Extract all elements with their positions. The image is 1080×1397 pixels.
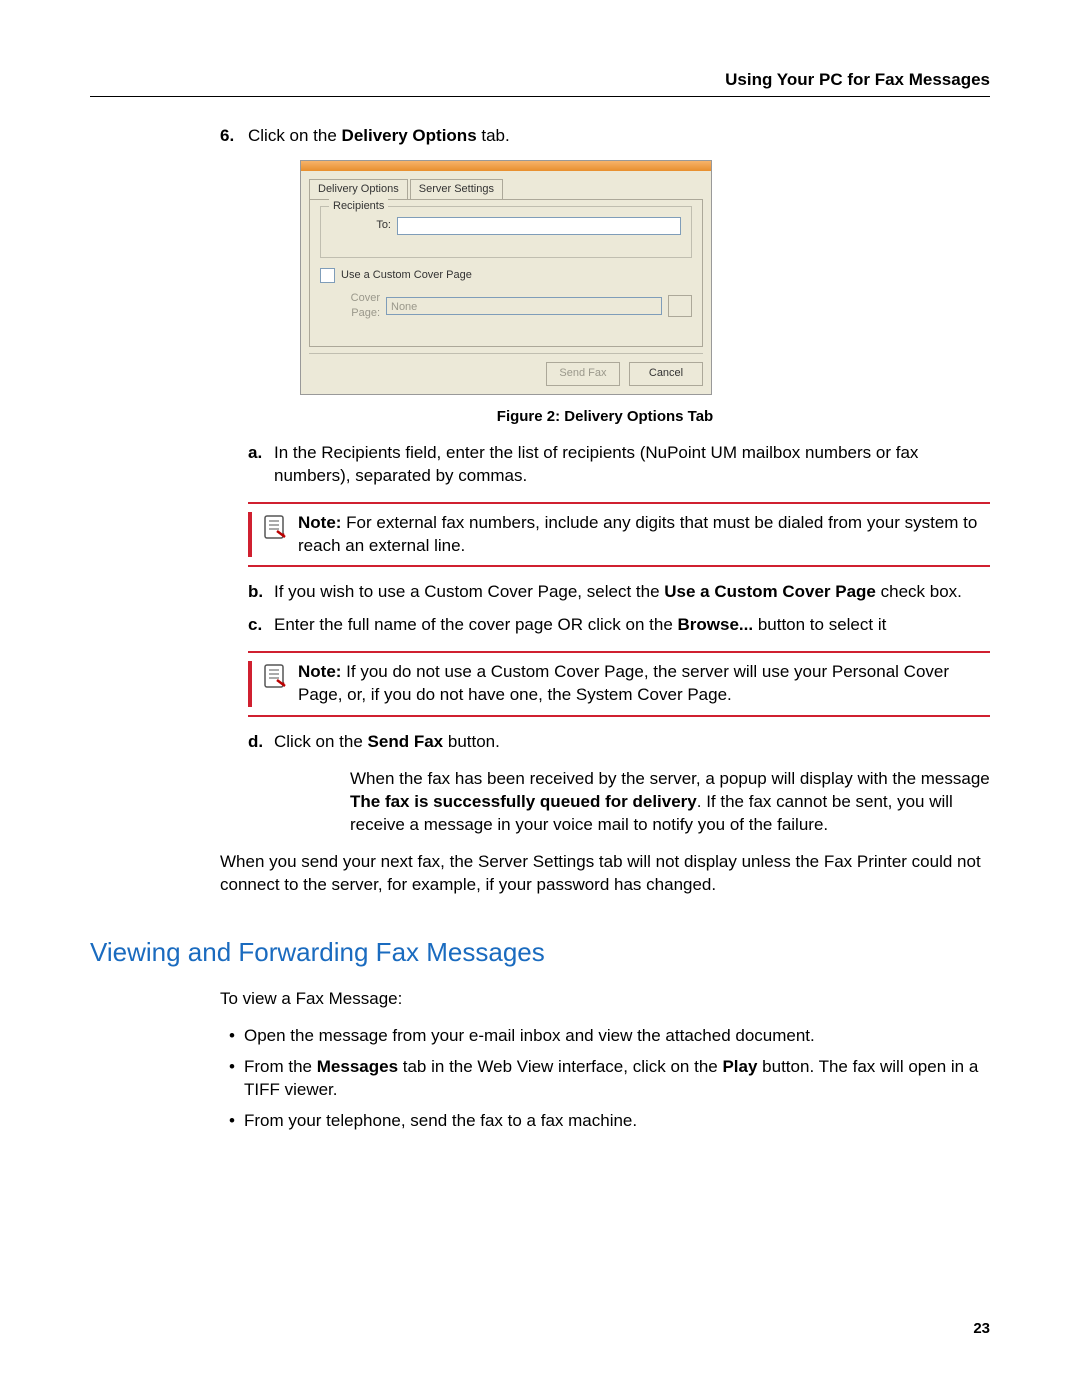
paragraph-success: When the fax has been received by the se… [220,768,990,837]
page-header: Using Your PC for Fax Messages [90,70,990,97]
header-title: Using Your PC for Fax Messages [725,70,990,89]
substep-d: d. Click on the Send Fax button. [248,731,990,754]
section-heading: Viewing and Forwarding Fax Messages [90,935,990,970]
figure-caption: Figure 2: Delivery Options Tab [220,407,990,427]
browse-button[interactable] [668,295,692,317]
note-external-numbers: Note: For external fax numbers, include … [248,502,990,568]
bullet-1: • Open the message from your e-mail inbo… [220,1025,990,1048]
substep-c: c. Enter the full name of the cover page… [248,614,990,637]
cover-page-input[interactable]: None [386,297,662,315]
note-text: Note: If you do not use a Custom Cover P… [298,661,990,707]
view-intro: To view a Fax Message: [220,988,990,1011]
tab-server-settings[interactable]: Server Settings [410,179,503,199]
body-content: 6. Click on the Delivery Options tab. De… [90,125,990,1133]
document-page: Using Your PC for Fax Messages 6. Click … [0,0,1080,1397]
use-custom-cover-checkbox[interactable] [320,268,335,283]
dialog-titlebar [301,161,711,171]
to-label: To: [331,218,397,233]
page-number: 23 [973,1320,990,1337]
bullet-list: • Open the message from your e-mail inbo… [220,1025,990,1133]
cover-checkbox-row: Use a Custom Cover Page [320,268,692,283]
send-fax-button[interactable]: Send Fax [546,362,620,386]
tab-delivery-options[interactable]: Delivery Options [309,179,408,199]
delivery-options-dialog: Delivery Options Server Settings Recipie… [300,160,712,396]
step-text: Click on the Delivery Options tab. [248,125,510,148]
to-row: To: [331,217,681,235]
recipients-fieldset: Recipients To: [320,206,692,258]
bullet-3: • From your telephone, send the fax to a… [220,1110,990,1133]
note-bar [248,512,252,558]
dialog-button-bar: Send Fax Cancel [301,354,711,394]
cover-checkbox-label: Use a Custom Cover Page [341,268,472,283]
to-input[interactable] [397,217,681,235]
figure-2-screenshot: Delivery Options Server Settings Recipie… [300,160,990,396]
cover-page-label: Cover Page: [320,291,386,321]
paragraph-next-fax: When you send your next fax, the Server … [220,851,990,897]
dialog-panel: Recipients To: Use a Custom Cover Page C… [309,199,703,348]
note-bar [248,661,252,707]
step-6: 6. Click on the Delivery Options tab. [220,125,990,148]
note-icon [262,514,288,540]
fieldset-legend: Recipients [329,199,388,214]
note-text: Note: For external fax numbers, include … [298,512,990,558]
note-cover-page: Note: If you do not use a Custom Cover P… [248,651,990,717]
substep-b: b. If you wish to use a Custom Cover Pag… [248,581,990,604]
dialog-tabs: Delivery Options Server Settings [301,171,711,199]
step-number: 6. [220,125,248,148]
note-icon [262,663,288,689]
bullet-2: • From the Messages tab in the Web View … [220,1056,990,1102]
substep-a: a. In the Recipients field, enter the li… [248,442,990,488]
cancel-button[interactable]: Cancel [629,362,703,386]
cover-page-row: Cover Page: None [320,291,692,321]
